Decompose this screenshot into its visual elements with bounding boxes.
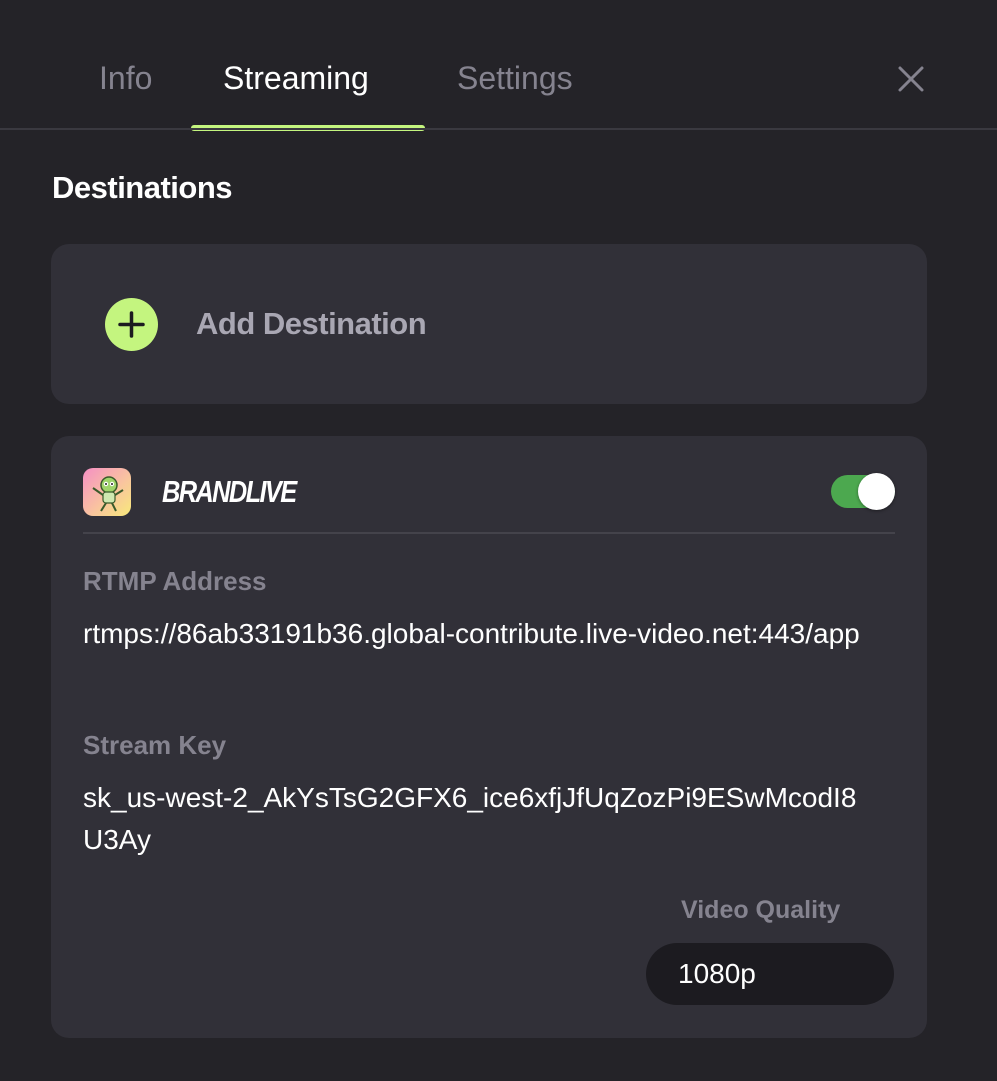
add-destination-label: Add Destination — [196, 306, 427, 341]
brandlive-app-icon — [83, 468, 131, 516]
add-destination-button[interactable]: Add Destination — [51, 244, 927, 404]
destination-brand-logo: BRANDLIVE — [162, 474, 297, 509]
section-title: Destinations — [52, 170, 233, 205]
close-icon — [898, 66, 924, 92]
toggle-knob — [858, 473, 895, 510]
close-button[interactable] — [891, 59, 931, 99]
tab-settings[interactable]: Settings — [457, 58, 573, 98]
stream-key-label: Stream Key — [83, 730, 227, 760]
destination-card: BRANDLIVE RTMP Address rtmps://86ab33191… — [51, 436, 927, 1038]
card-divider — [83, 532, 895, 534]
rtmp-address-value: rtmps://86ab33191b36.global-contribute.l… — [83, 618, 860, 649]
tab-bar: Info Streaming Settings — [0, 0, 997, 131]
video-quality-label: Video Quality — [681, 896, 841, 924]
tab-info[interactable]: Info — [99, 58, 152, 98]
tab-bar-divider — [0, 128, 997, 130]
stream-key-value: sk_us-west-2_AkYsTsG2GFX6_ice6xfjJfUqZoz… — [83, 782, 857, 855]
tab-streaming[interactable]: Streaming — [223, 58, 369, 98]
video-quality-select[interactable]: 1080p — [646, 943, 894, 1005]
video-quality-value: 1080p — [678, 958, 756, 989]
destination-enabled-toggle[interactable] — [831, 473, 895, 510]
rtmp-address-label: RTMP Address — [83, 566, 267, 596]
plus-circle-icon — [105, 298, 158, 351]
